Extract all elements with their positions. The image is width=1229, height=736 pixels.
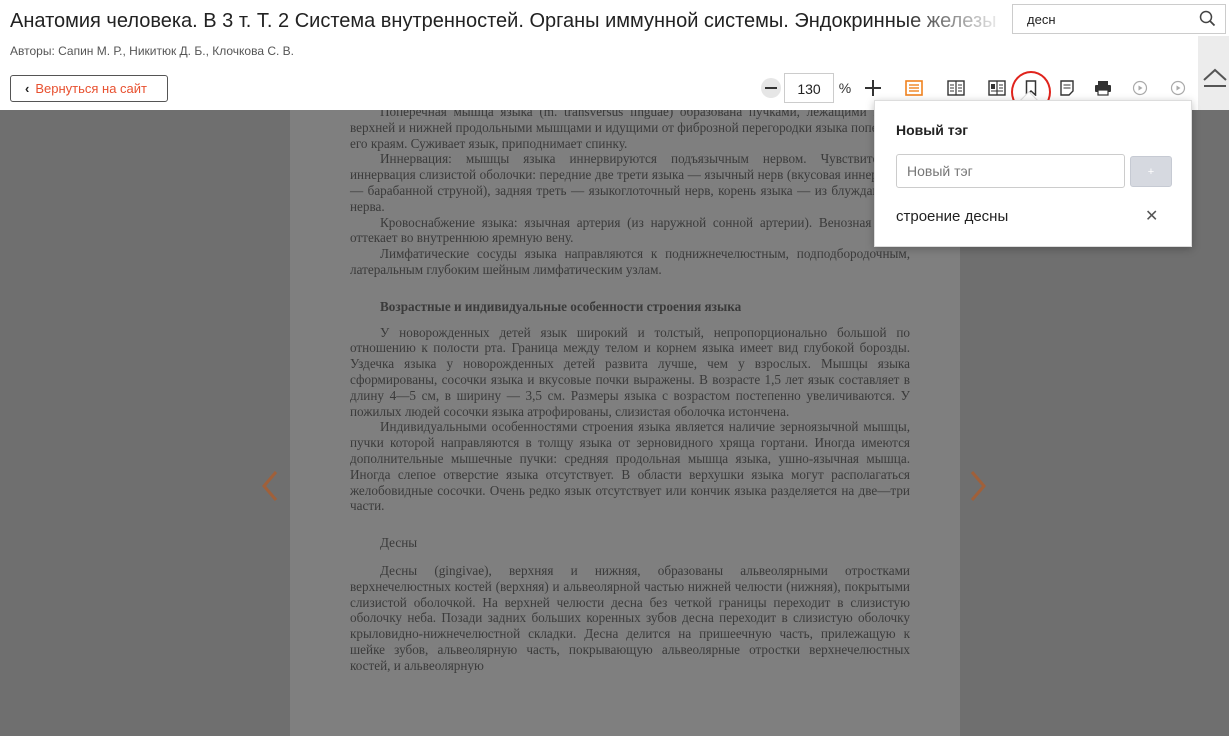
paragraph-blood-supply: Кровоснабжение языка: язычная артерия (и… xyxy=(350,214,910,246)
play-next-icon[interactable] xyxy=(1170,76,1186,100)
zoom-in-icon[interactable] xyxy=(862,76,884,100)
book-authors: Авторы: Сапин М. Р., Никитюк Д. Б., Клоч… xyxy=(10,44,294,58)
next-page-icon[interactable] xyxy=(966,470,990,502)
top-bar: Анатомия человека. В 3 т. Т. 2 Система в… xyxy=(0,0,1229,113)
scroll-up-icon[interactable] xyxy=(1202,66,1228,97)
remove-tag-icon[interactable]: ✕ xyxy=(1145,206,1158,226)
paragraph-gums: Десны (gingivae), верхняя и нижняя, обра… xyxy=(350,562,910,673)
back-to-site-label: Вернуться на сайт xyxy=(35,81,147,96)
paragraph-tongue-transverse: Поперечная мышца языка (m. transversus l… xyxy=(350,110,910,151)
paragraph-newborn: У новорожденных детей язык широкий и тол… xyxy=(350,324,910,419)
paragraph-individual: Индивидуальными особенностями строения я… xyxy=(350,419,910,514)
section-heading-age: Возрастные и индивидуальные особенности … xyxy=(380,298,742,314)
prev-page-icon[interactable] xyxy=(258,470,282,502)
chevron-left-icon: ‹ xyxy=(25,81,30,96)
new-tag-input[interactable] xyxy=(896,154,1125,188)
page-text: Поперечная мышца языка (m. transversus l… xyxy=(350,110,910,674)
play-icon[interactable] xyxy=(1132,76,1148,100)
book-title: Анатомия человека. В 3 т. Т. 2 Система в… xyxy=(10,10,997,32)
add-tag-button[interactable]: + xyxy=(1130,156,1172,187)
tag-popup: Новый тэг + строение десны ✕ xyxy=(874,100,1192,247)
single-page-icon[interactable] xyxy=(905,76,923,100)
title-fade xyxy=(900,6,1020,40)
search-input[interactable] xyxy=(1013,5,1183,33)
two-page-cover-icon[interactable] xyxy=(988,76,1006,100)
paragraph-lymph: Лимфатические сосуды языка направляются … xyxy=(350,246,910,277)
zoom-unit: % xyxy=(838,80,852,96)
popup-title: Новый тэг xyxy=(896,122,969,138)
search-icon[interactable] xyxy=(1199,9,1217,29)
book-page: Поперечная мышца языка (m. transversus l… xyxy=(290,110,960,736)
zoom-input[interactable]: 130 xyxy=(784,73,834,103)
section-heading-gums: Десны xyxy=(380,535,418,551)
back-to-site-button[interactable]: ‹ Вернуться на сайт xyxy=(10,75,168,102)
two-page-icon[interactable] xyxy=(947,76,965,100)
print-icon[interactable] xyxy=(1094,76,1112,100)
tag-item-label: строение десны xyxy=(896,208,1009,225)
search-box xyxy=(1012,4,1226,34)
paragraph-innervation: Иннервация: мышцы языка иннервируются по… xyxy=(350,151,910,214)
zoom-out-icon[interactable] xyxy=(760,76,782,100)
notes-icon[interactable] xyxy=(1059,76,1075,100)
